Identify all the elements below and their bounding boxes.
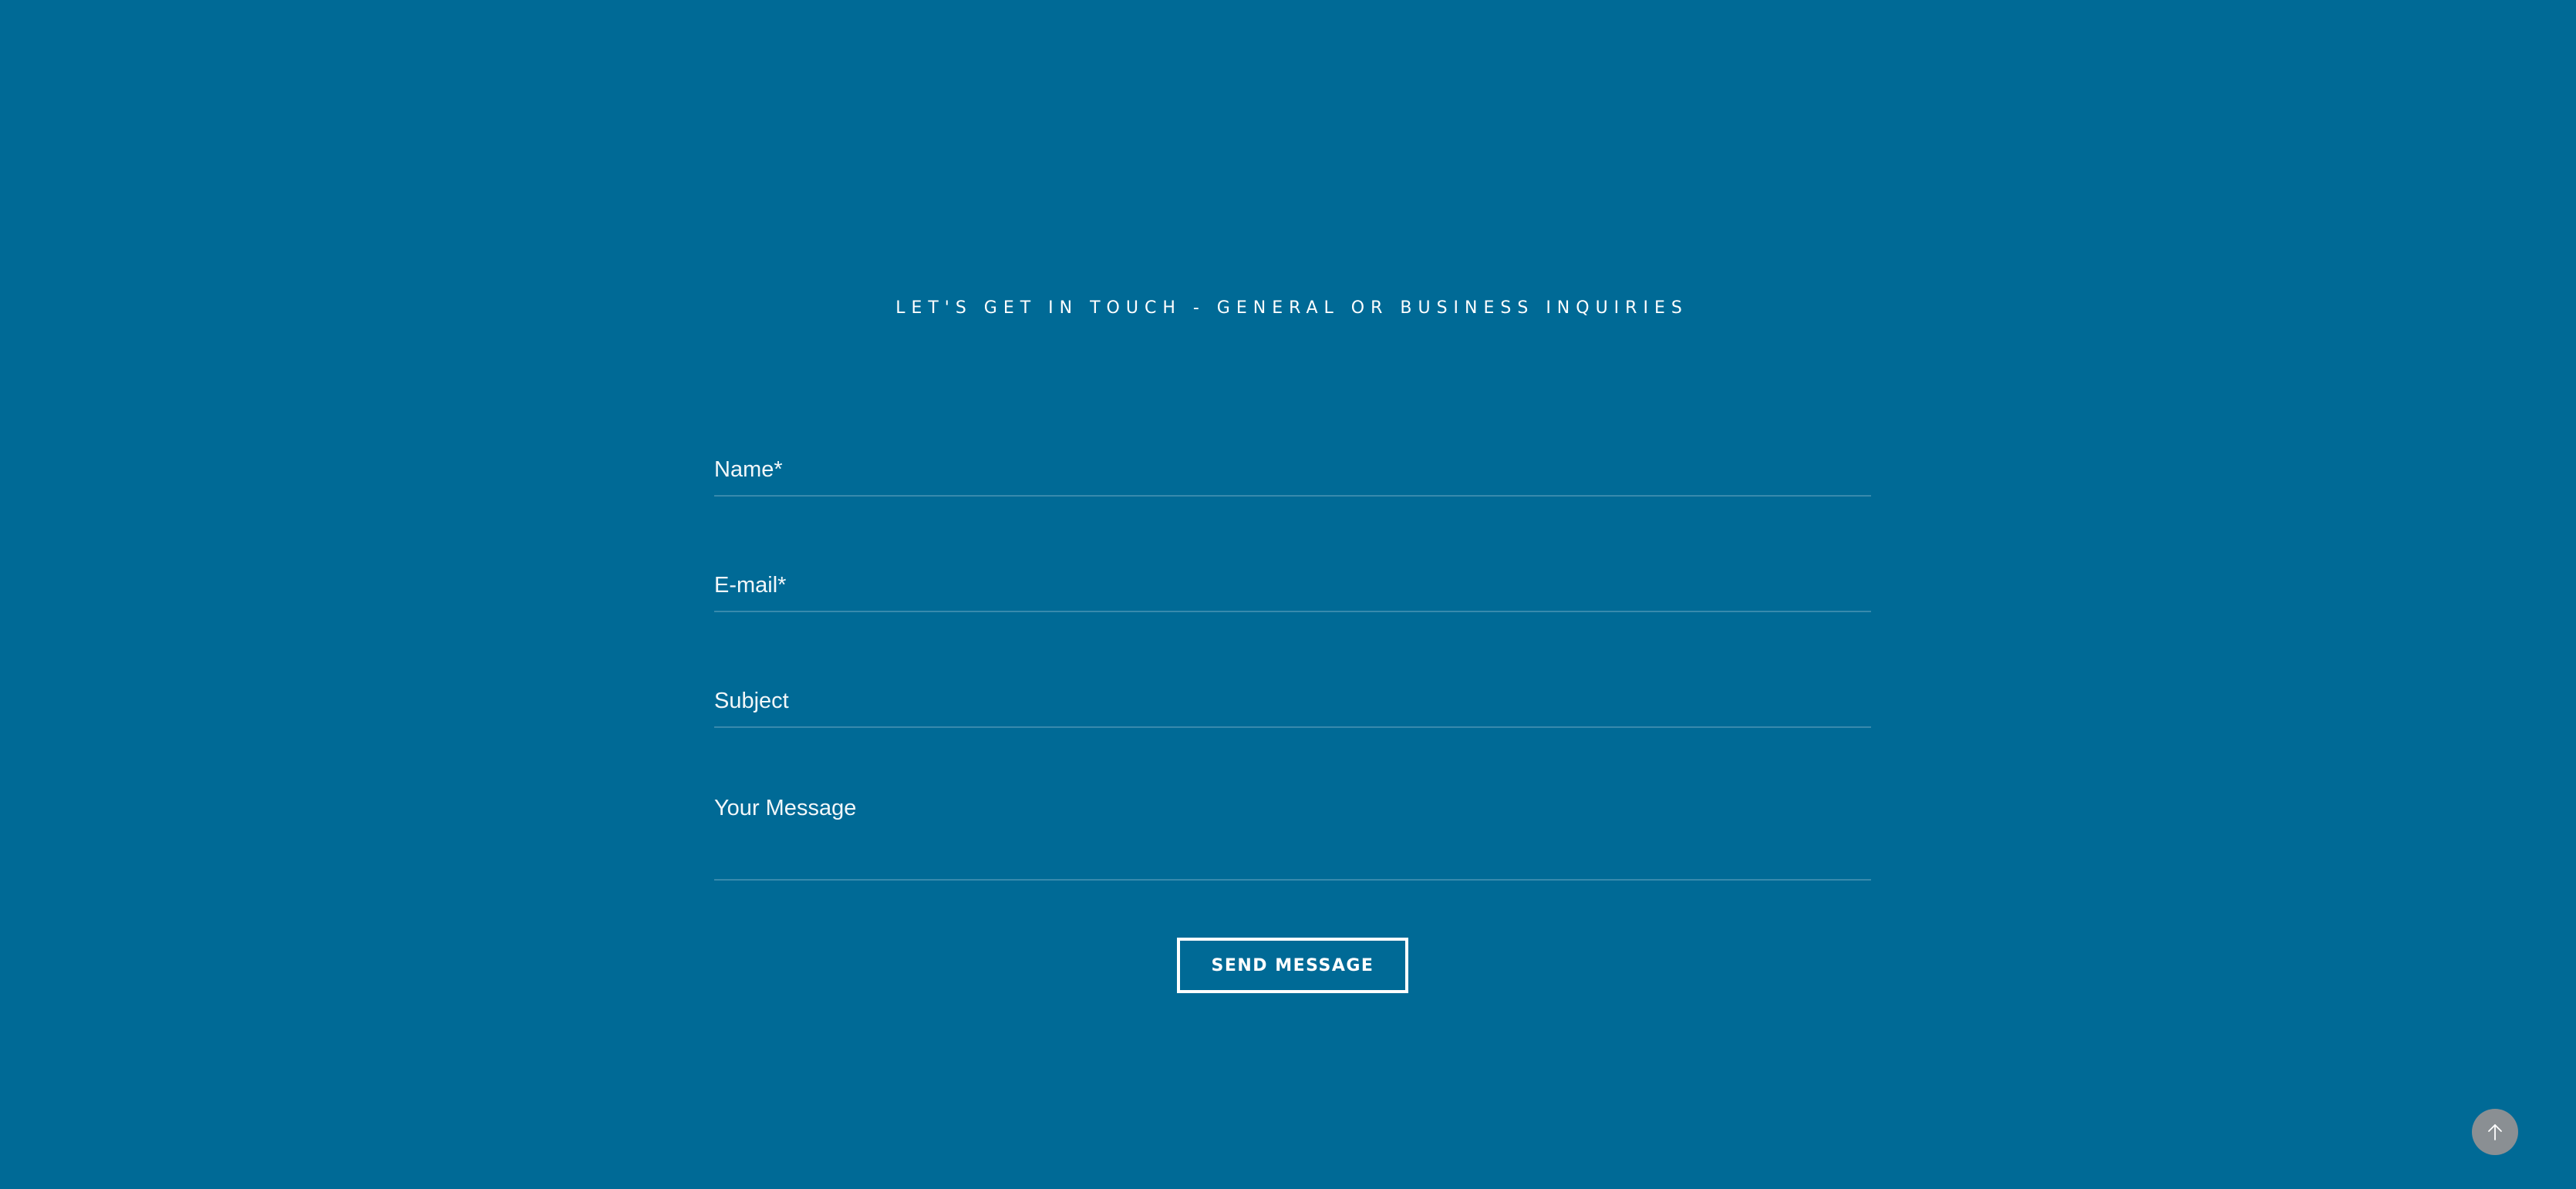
scroll-to-top-button[interactable]: [2472, 1109, 2518, 1155]
message-field[interactable]: [714, 785, 1871, 879]
name-field[interactable]: [714, 438, 1871, 495]
contact-form: SEND MESSAGE: [714, 0, 1871, 1189]
arrow-up-icon: [2485, 1122, 2505, 1142]
message-field-wrapper: [714, 785, 1871, 881]
email-field[interactable]: [714, 554, 1871, 611]
name-field-wrapper: [714, 438, 1871, 497]
email-field-wrapper: [714, 554, 1871, 612]
subject-field[interactable]: [714, 669, 1871, 726]
contact-section: LET'S GET IN TOUCH - GENERAL OR BUSINESS…: [0, 0, 2576, 1189]
send-message-button[interactable]: SEND MESSAGE: [1177, 938, 1408, 993]
subject-field-wrapper: [714, 669, 1871, 728]
